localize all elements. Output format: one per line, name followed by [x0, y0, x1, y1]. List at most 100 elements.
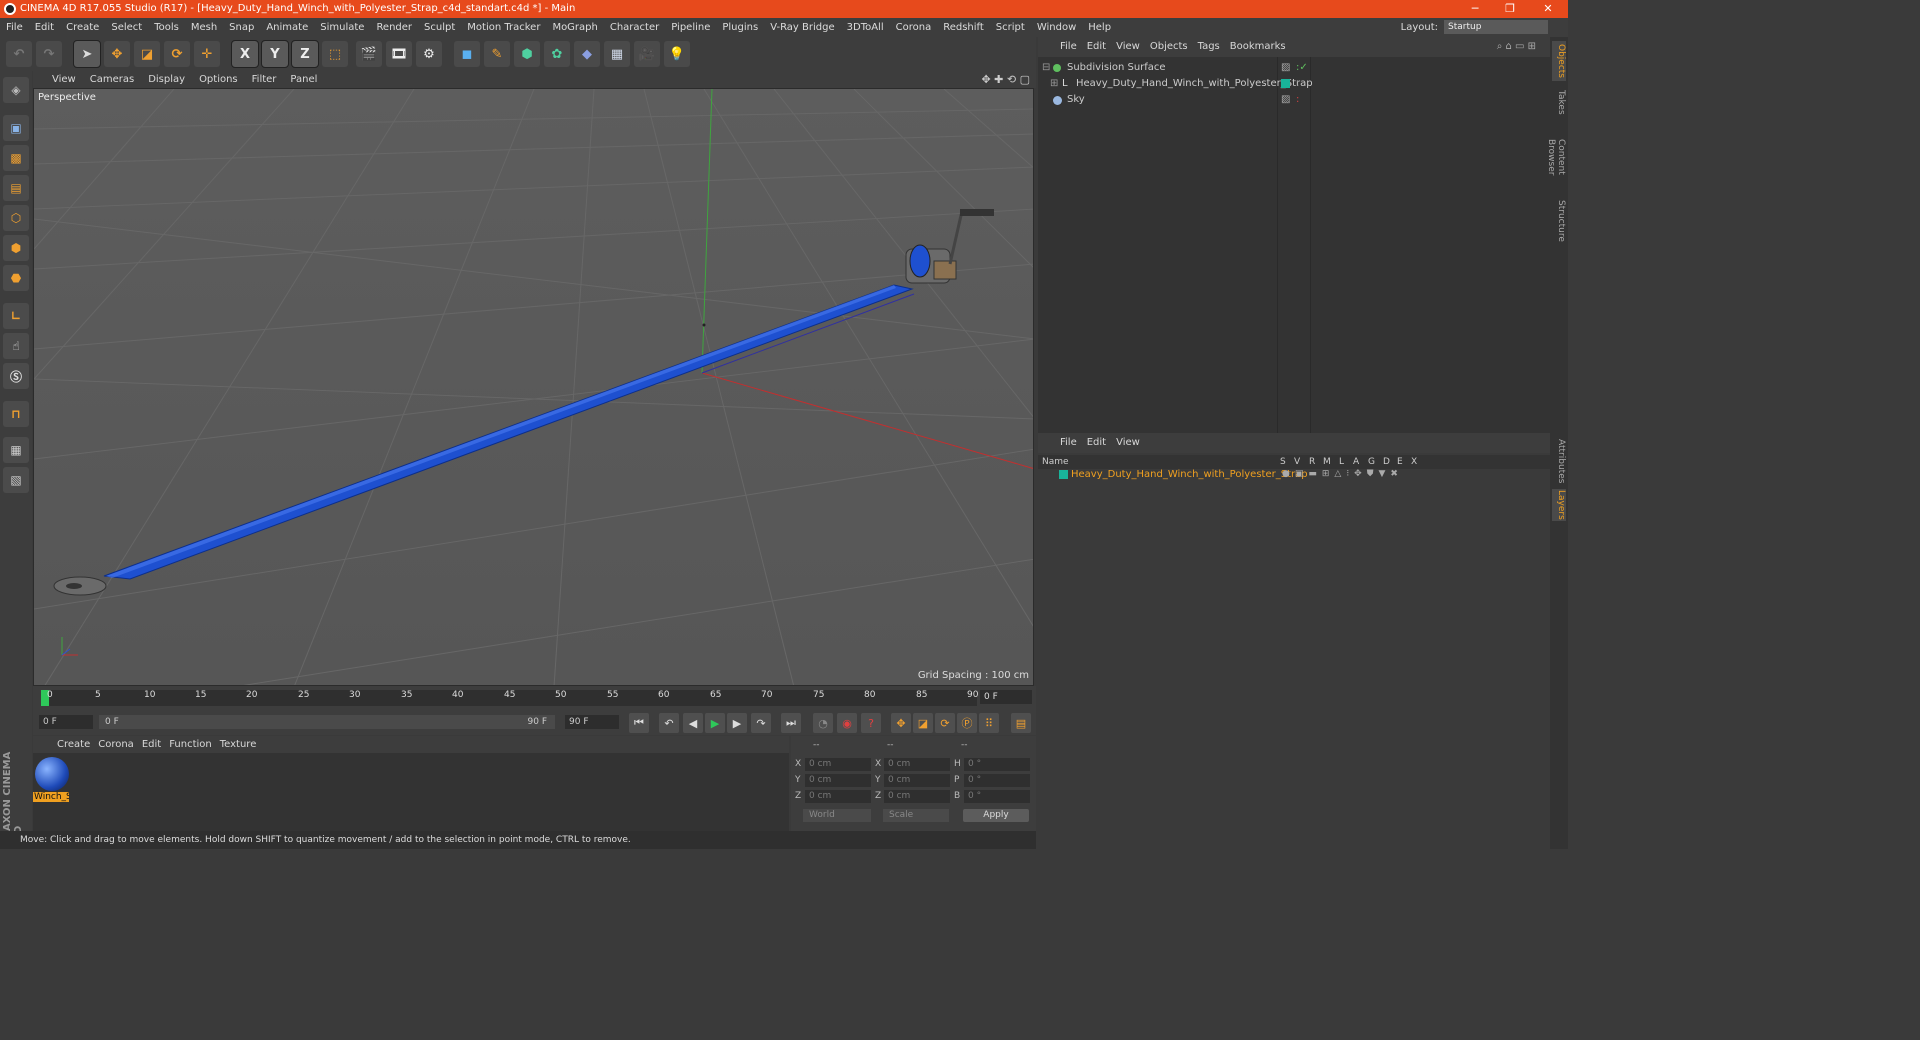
menu-mesh[interactable]: Mesh — [185, 18, 223, 37]
layout-dropdown[interactable]: Startup — [1444, 20, 1548, 34]
key-parameter-icon[interactable]: Ⓟ — [957, 713, 977, 733]
menu-create[interactable]: Create — [60, 18, 105, 37]
object-menu-tags[interactable]: Tags — [1198, 41, 1226, 52]
object-manager-search-icon[interactable]: ⌕ ⌂ ▭ ⊞ — [1497, 37, 1542, 57]
keyframe-record-icon[interactable]: ◔ — [813, 713, 833, 733]
pen-spline-icon[interactable]: ✎ — [484, 41, 510, 67]
layer-row[interactable]: Heavy_Duty_Hand_Winch_with_Polyester_Str… — [1038, 467, 1550, 482]
size-mode-dropdown[interactable]: Scale — [883, 809, 949, 822]
object-menu-view[interactable]: View — [1116, 41, 1146, 52]
apply-button[interactable]: Apply — [963, 809, 1029, 822]
layer-tag-icon[interactable]: ▨ — [1281, 60, 1290, 76]
menu-redshift[interactable]: Redshift — [937, 18, 990, 37]
close-button[interactable]: ✕ — [1533, 0, 1563, 18]
object-menu-edit[interactable]: Edit — [1087, 41, 1112, 52]
points-mode-icon[interactable]: ⬡ — [3, 205, 29, 231]
position-z-field[interactable]: 0 cm — [805, 790, 871, 803]
menu-animate[interactable]: Animate — [260, 18, 314, 37]
undo-icon[interactable]: ↶ — [6, 41, 32, 67]
subdivision-surface-icon[interactable]: ⬢ — [514, 41, 540, 67]
rotation-b-field[interactable]: 0 ° — [964, 790, 1030, 803]
object-menu-bookmarks[interactable]: Bookmarks — [1230, 41, 1292, 52]
object-menu-file[interactable]: File — [1060, 41, 1083, 52]
size-y-field[interactable]: 0 cm — [884, 774, 950, 787]
workplane-mode-icon[interactable]: ▤ — [3, 175, 29, 201]
camera-object-icon[interactable]: 🎥 — [634, 41, 660, 67]
menu-vray-bridge[interactable]: V-Ray Bridge — [764, 18, 840, 37]
viewport-menu-filter[interactable]: Filter — [245, 74, 284, 85]
layer-color-swatch[interactable] — [1059, 470, 1068, 479]
visibility-dots-icon[interactable]: : — [1296, 76, 1299, 92]
key-rotation-icon[interactable]: ⟳ — [935, 713, 955, 733]
menu-motion-tracker[interactable]: Motion Tracker — [461, 18, 546, 37]
rotation-p-field[interactable]: 0 ° — [964, 774, 1030, 787]
menu-plugins[interactable]: Plugins — [716, 18, 764, 37]
layer-menu-file[interactable]: File — [1060, 437, 1083, 448]
model-mode-icon[interactable]: ▣ — [3, 115, 29, 141]
tab-attributes[interactable]: Attributes — [1552, 437, 1566, 485]
viewport-perspective[interactable]: Perspective Grid Spacing : 100 cm — [33, 88, 1034, 686]
position-y-field[interactable]: 0 cm — [805, 774, 871, 787]
previous-key-icon[interactable]: ↶ — [659, 713, 679, 733]
material-thumbnail[interactable] — [35, 757, 69, 791]
position-x-field[interactable]: 0 cm — [805, 758, 871, 771]
planar-workplane-icon[interactable]: ▧ — [3, 467, 29, 493]
key-scale-icon[interactable]: ◪ — [913, 713, 933, 733]
redo-icon[interactable]: ↷ — [36, 41, 62, 67]
step-forward-icon[interactable]: ▶ — [727, 713, 747, 733]
menu-sculpt[interactable]: Sculpt — [418, 18, 461, 37]
material-menu-create[interactable]: Create — [53, 739, 94, 750]
keyframe-selection-icon[interactable]: ? — [861, 713, 881, 733]
viewport-menu-panel[interactable]: Panel — [283, 74, 324, 85]
scale-tool-icon[interactable]: ◪ — [134, 41, 160, 67]
layer-tag-icon[interactable]: ▨ — [1281, 92, 1290, 108]
material-menu-corona[interactable]: Corona — [94, 739, 138, 750]
axis-y-button[interactable]: Y — [261, 40, 289, 68]
axis-x-button[interactable]: X — [231, 40, 259, 68]
menu-simulate[interactable]: Simulate — [314, 18, 370, 37]
live-select-icon[interactable]: ✛ — [194, 41, 220, 67]
viewport-menu-view[interactable]: View — [45, 74, 83, 85]
tab-content-browser[interactable]: Content Browser — [1546, 121, 1566, 193]
material-menu-edit[interactable]: Edit — [138, 739, 165, 750]
rotate-tool-icon[interactable]: ⟳ — [164, 41, 190, 67]
render-picture-viewer-icon[interactable]: 🎞 — [386, 41, 412, 67]
render-view-icon[interactable]: 🎬 — [356, 41, 382, 67]
object-row-winch[interactable]: ⊞ L Heavy_Duty_Hand_Winch_with_Polyester… — [1038, 76, 1550, 92]
enabled-check-icon[interactable]: :✓ — [1296, 60, 1308, 76]
visibility-dots-icon[interactable]: : — [1296, 92, 1299, 108]
size-z-field[interactable]: 0 cm — [884, 790, 950, 803]
autokey-icon[interactable]: ◉ — [837, 713, 857, 733]
tweak-mode-icon[interactable]: ☝ — [3, 333, 29, 359]
key-point-level-icon[interactable]: ⠿ — [979, 713, 999, 733]
menu-script[interactable]: Script — [990, 18, 1031, 37]
tab-layers[interactable]: Layers — [1552, 489, 1566, 521]
rotation-h-field[interactable]: 0 ° — [964, 758, 1030, 771]
coordinate-system-icon[interactable]: ⬚ — [322, 41, 348, 67]
material-menu-texture[interactable]: Texture — [216, 739, 261, 750]
viewport-menu-cameras[interactable]: Cameras — [83, 74, 141, 85]
object-row-sky[interactable]: Sky ▨ : — [1038, 92, 1550, 108]
size-x-field[interactable]: 0 cm — [884, 758, 950, 771]
menu-window[interactable]: Window — [1031, 18, 1082, 37]
frame-range-slider[interactable]: 0 F 90 F — [99, 715, 555, 729]
viewport-menu-options[interactable]: Options — [192, 74, 245, 85]
tab-objects[interactable]: Objects — [1552, 41, 1566, 81]
viewport-nav-icons[interactable]: ✥ ✚ ⟲ ▢ — [981, 71, 1030, 88]
layer-flag-icons[interactable]: ●▣▬⊞△⁝✥⛊▼✖ — [1282, 467, 1403, 482]
maximize-button[interactable]: ❐ — [1495, 0, 1525, 18]
step-back-icon[interactable]: ◀ — [683, 713, 703, 733]
cube-object-icon[interactable]: ◼ — [454, 41, 480, 67]
floor-object-icon[interactable]: ▦ — [604, 41, 630, 67]
menu-tools[interactable]: Tools — [148, 18, 185, 37]
tab-takes[interactable]: Takes — [1552, 87, 1566, 117]
next-key-icon[interactable]: ↷ — [751, 713, 771, 733]
menu-character[interactable]: Character — [604, 18, 665, 37]
menu-file[interactable]: File — [0, 18, 29, 37]
select-tool-icon[interactable]: ➤ — [73, 40, 101, 68]
render-settings-icon[interactable]: ⚙ — [416, 41, 442, 67]
material-menu-function[interactable]: Function — [165, 739, 216, 750]
axis-mode-icon[interactable]: ∟ — [3, 303, 29, 329]
object-menu-objects[interactable]: Objects — [1150, 41, 1194, 52]
object-row-subdivision-surface[interactable]: ⊟ Subdivision Surface ▨ :✓ — [1038, 60, 1550, 76]
